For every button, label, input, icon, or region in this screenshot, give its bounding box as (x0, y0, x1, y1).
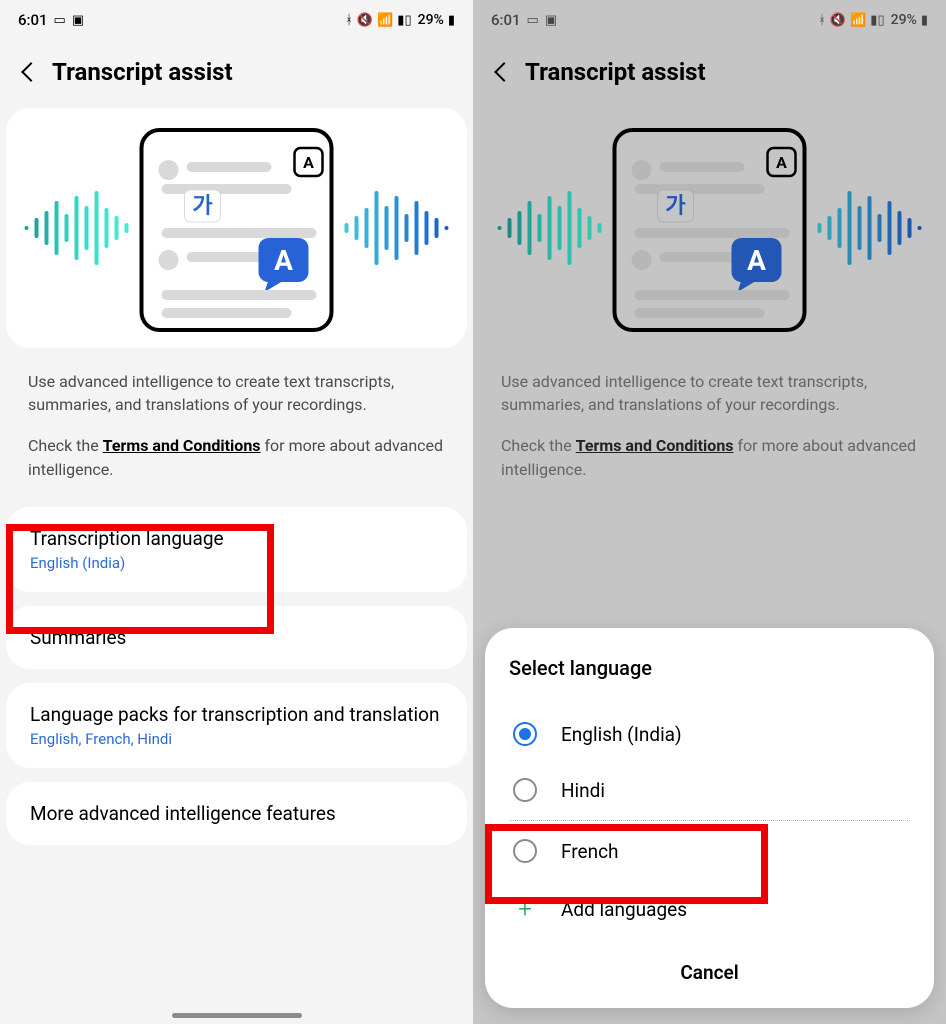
terms-link[interactable]: Terms and Conditions (576, 436, 734, 455)
battery-percent: 29% (891, 12, 917, 28)
select-language-sheet: Select language English (India) Hindi Fr… (485, 628, 934, 1008)
item-more-features[interactable]: More advanced intelligence features (6, 782, 467, 845)
item-subtitle: English (India) (30, 554, 443, 572)
desc-line2: Check the Terms and Conditions for more … (28, 434, 445, 480)
item-subtitle: English, French, Hindi (30, 730, 443, 748)
transcript-illustration: A 가 A (479, 108, 940, 348)
status-time: 6:01 (18, 11, 48, 29)
divider (509, 820, 910, 821)
screen-settings: 6:01 ▭ ▣ ᚼ 🔇 📶 ▮▯ 29% ▮ Transcript assis… (0, 0, 473, 1024)
page-header: Transcript assist (473, 36, 946, 104)
mute-icon: 🔇 (357, 13, 373, 28)
radio-unchecked-icon (513, 778, 537, 802)
wifi-icon: 📶 (850, 13, 866, 28)
item-title: More advanced intelligence features (30, 802, 443, 825)
language-option-hindi[interactable]: Hindi (509, 762, 910, 818)
item-title: Transcription language (30, 527, 443, 550)
add-languages-label: Add languages (561, 898, 687, 921)
page-title: Transcript assist (52, 58, 233, 86)
transcript-illustration: A 가 A (6, 108, 467, 348)
plus-icon: + (513, 895, 537, 923)
nav-handle[interactable] (172, 1013, 302, 1018)
language-label: Hindi (561, 779, 605, 802)
image-icon: ▣ (72, 13, 84, 28)
item-transcription-language[interactable]: Transcription language English (India) (6, 507, 467, 592)
illustration-card: A 가 A (479, 108, 940, 348)
illustration-card: A 가 A (6, 108, 467, 348)
item-title: Language packs for transcription and tra… (30, 703, 443, 726)
bluetooth-icon: ᚼ (345, 13, 353, 28)
language-option-english[interactable]: English (India) (509, 706, 910, 762)
cancel-button[interactable]: Cancel (509, 951, 910, 988)
status-bar: 6:01 ▭ ▣ ᚼ 🔇 📶 ▮▯ 29% ▮ (473, 0, 946, 36)
notification-icon: ▭ (54, 13, 66, 28)
image-icon: ▣ (545, 13, 557, 28)
screen-language-picker: 6:01 ▭ ▣ ᚼ 🔇 📶 ▮▯ 29% ▮ Transcript assis… (473, 0, 946, 1024)
svg-text:가: 가 (192, 194, 212, 219)
svg-text:A: A (274, 244, 293, 277)
signal-icon: ▮▯ (870, 13, 884, 28)
status-bar: 6:01 ▭ ▣ ᚼ 🔇 📶 ▮▯ 29% ▮ (0, 0, 473, 36)
item-language-packs[interactable]: Language packs for transcription and tra… (6, 683, 467, 768)
bluetooth-icon: ᚼ (818, 13, 826, 28)
settings-list: Transcription language English (India) S… (0, 507, 473, 845)
radio-checked-icon (513, 722, 537, 746)
desc-line1: Use advanced intelligence to create text… (28, 370, 445, 416)
language-label: French (561, 840, 619, 863)
radio-unchecked-icon (513, 839, 537, 863)
back-icon[interactable] (21, 62, 41, 82)
description-text: Use advanced intelligence to create text… (0, 348, 473, 481)
notification-icon: ▭ (527, 13, 539, 28)
status-time: 6:01 (491, 11, 521, 29)
signal-icon: ▮▯ (397, 13, 411, 28)
svg-text:A: A (776, 153, 787, 172)
wifi-icon: 📶 (377, 13, 393, 28)
svg-text:A: A (747, 244, 766, 277)
add-languages-button[interactable]: + Add languages (509, 879, 910, 939)
page-header: Transcript assist (0, 36, 473, 104)
language-option-french[interactable]: French (509, 823, 910, 879)
desc-line1: Use advanced intelligence to create text… (501, 370, 918, 416)
terms-link[interactable]: Terms and Conditions (103, 436, 261, 455)
description-text: Use advanced intelligence to create text… (473, 348, 946, 481)
desc-line2: Check the Terms and Conditions for more … (501, 434, 918, 480)
battery-icon: ▮ (921, 13, 928, 28)
battery-icon: ▮ (448, 13, 455, 28)
mute-icon: 🔇 (830, 13, 846, 28)
back-icon[interactable] (494, 62, 514, 82)
page-title: Transcript assist (525, 58, 706, 86)
sheet-title: Select language (509, 656, 910, 680)
svg-text:A: A (303, 153, 314, 172)
language-label: English (India) (561, 723, 682, 746)
item-summaries[interactable]: Summaries (6, 606, 467, 669)
battery-percent: 29% (418, 12, 444, 28)
item-title: Summaries (30, 626, 443, 649)
svg-text:가: 가 (665, 194, 685, 219)
